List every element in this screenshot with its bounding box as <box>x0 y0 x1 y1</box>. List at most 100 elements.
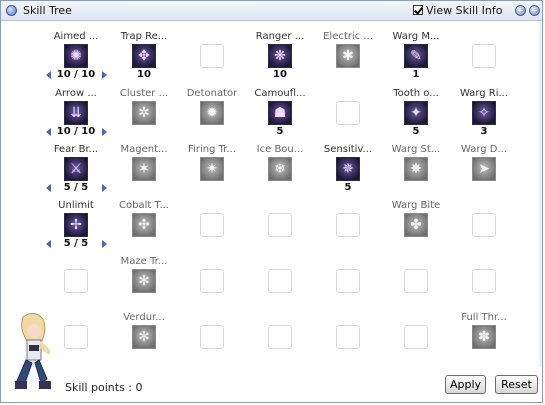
skill-name: Fear Br... <box>53 144 99 155</box>
decrease-level-icon[interactable] <box>46 128 51 136</box>
skill-name: Electric ... <box>323 31 373 42</box>
skill-slot[interactable]: Fear Br... ⚔ 5 / 5 <box>42 144 110 200</box>
skill-slot <box>178 256 246 312</box>
skill-slot[interactable]: Full Thr... ✽ <box>450 312 518 368</box>
skill-slot[interactable]: Detonator ✹ <box>178 88 246 144</box>
skill-slot[interactable]: Trap Re... ✥ 10 <box>110 31 178 87</box>
skill-slot[interactable]: Warg D... ➤ <box>450 144 518 200</box>
scrollbar[interactable] <box>539 22 542 367</box>
skill-tree-window: Skill Tree View Skill Info Aimed ... ✺ 10 … <box>0 0 543 403</box>
skill-level: 10 <box>273 69 287 80</box>
empty-slot <box>200 269 224 293</box>
skill-slot[interactable]: Arrow ... ⇊ 10 / 10 <box>42 88 110 144</box>
empty-slot <box>404 325 428 349</box>
tooth-icon[interactable]: ✦ <box>404 101 428 125</box>
detonator-icon[interactable]: ✹ <box>200 101 224 125</box>
skill-slot[interactable]: Sensitiv... ✵ 5 <box>314 144 382 200</box>
skill-slot[interactable]: Electric ... ✱ <box>314 31 382 87</box>
cobalt-icon[interactable]: ✣ <box>132 213 156 237</box>
skill-slot[interactable]: Tooth o... ✦ 5 <box>382 88 450 144</box>
skill-name: Camoufl... <box>254 88 306 99</box>
empty-slot <box>268 269 292 293</box>
decrease-level-icon[interactable] <box>46 184 51 192</box>
skill-slot[interactable]: Magent... ✶ <box>110 144 178 200</box>
empty-slot <box>64 325 88 349</box>
skill-slot[interactable]: Warg M... ✎ 1 <box>382 31 450 87</box>
fire-trap-icon[interactable]: ✷ <box>200 157 224 181</box>
skill-slot[interactable]: Warg Ri... ✧ 3 <box>450 88 518 144</box>
skill-name: Maze Tr... <box>120 256 168 267</box>
close-icon[interactable] <box>529 5 540 16</box>
maze-icon[interactable]: ✻ <box>132 269 156 293</box>
magenta-icon[interactable]: ✶ <box>132 157 156 181</box>
skill-name: Warg M... <box>392 31 440 42</box>
fear-icon[interactable]: ⚔ <box>64 157 88 181</box>
view-skill-info-label: View Skill Info <box>426 4 503 17</box>
empty-slot <box>336 269 360 293</box>
skill-name: Arrow ... <box>55 88 97 99</box>
skill-slot[interactable]: Warg Bite ✤ <box>382 200 450 256</box>
empty-slot <box>200 44 224 68</box>
skill-slot <box>382 256 450 312</box>
warg-ride-icon[interactable]: ✧ <box>472 101 496 125</box>
skill-slot <box>246 312 314 368</box>
ranger-icon[interactable]: ❋ <box>268 44 292 68</box>
empty-slot <box>472 213 496 237</box>
skill-name: Ranger ... <box>255 31 305 42</box>
skill-name: Warg D... <box>460 144 508 155</box>
skill-slot[interactable]: Ranger ... ❋ 10 <box>246 31 314 87</box>
skill-slot[interactable]: Cobalt T... ✣ <box>110 200 178 256</box>
minimize-icon[interactable] <box>515 5 526 16</box>
camouflage-icon[interactable]: ☗ <box>268 101 292 125</box>
trap-icon[interactable]: ✥ <box>132 44 156 68</box>
warg-icon[interactable]: ✎ <box>404 44 428 68</box>
apply-button[interactable]: Apply <box>445 375 486 394</box>
skill-name: Warg Ri... <box>459 88 509 99</box>
skill-name: Trap Re... <box>120 31 168 42</box>
empty-slot <box>336 213 360 237</box>
skill-slot <box>382 312 450 368</box>
skill-level: 5 / 5 <box>63 182 89 193</box>
skill-slot[interactable]: Verdur... ✼ <box>110 312 178 368</box>
skill-slot[interactable]: Warg St... ✸ <box>382 144 450 200</box>
warg-strike-icon[interactable]: ✸ <box>404 157 428 181</box>
skill-level: 1 <box>412 69 420 80</box>
ice-icon[interactable]: ❄ <box>268 157 292 181</box>
empty-slot <box>268 213 292 237</box>
skill-name: Warg St... <box>391 144 441 155</box>
unlimit-icon[interactable]: ✢ <box>64 213 88 237</box>
empty-slot <box>336 325 360 349</box>
skill-level: 10 / 10 <box>56 126 96 137</box>
decrease-level-icon[interactable] <box>46 240 51 248</box>
title-bar[interactable]: Skill Tree View Skill Info <box>1 1 542 21</box>
arrows-icon[interactable]: ⇊ <box>64 101 88 125</box>
checkbox-icon[interactable] <box>413 5 423 15</box>
skill-slot <box>314 312 382 368</box>
sensitive-icon[interactable]: ✵ <box>336 157 360 181</box>
skill-slot[interactable]: Maze Tr... ✻ <box>110 256 178 312</box>
skill-name: Firing Tr... <box>188 144 236 155</box>
skill-slot[interactable]: Aimed ... ✺ 10 / 10 <box>42 31 110 87</box>
verdure-icon[interactable]: ✼ <box>132 325 156 349</box>
skill-slot <box>314 88 382 144</box>
full-throttle-icon[interactable]: ✽ <box>472 325 496 349</box>
electric-icon[interactable]: ✱ <box>336 44 360 68</box>
increase-level-icon[interactable] <box>102 128 107 136</box>
view-skill-info-toggle[interactable]: View Skill Info <box>413 4 502 17</box>
skill-slot[interactable]: Firing Tr... ✷ <box>178 144 246 200</box>
warg-dash-icon[interactable]: ➤ <box>472 157 496 181</box>
skill-slot[interactable]: Ice Bou... ❄ <box>246 144 314 200</box>
skill-name: Cluster ... <box>119 88 169 99</box>
increase-level-icon[interactable] <box>102 240 107 248</box>
empty-slot <box>200 213 224 237</box>
skill-slot[interactable]: Cluster ... ✲ <box>110 88 178 144</box>
cluster-icon[interactable]: ✲ <box>132 101 156 125</box>
skill-slot[interactable]: Camoufl... ☗ 5 <box>246 88 314 144</box>
reset-button[interactable]: Reset <box>495 375 538 394</box>
increase-level-icon[interactable] <box>102 184 107 192</box>
arc-icon[interactable]: ✺ <box>64 44 88 68</box>
warg-bite-icon[interactable]: ✤ <box>404 213 428 237</box>
skill-slot[interactable]: Unlimit ✢ 5 / 5 <box>42 200 110 256</box>
decrease-level-icon[interactable] <box>46 71 51 79</box>
increase-level-icon[interactable] <box>102 71 107 79</box>
